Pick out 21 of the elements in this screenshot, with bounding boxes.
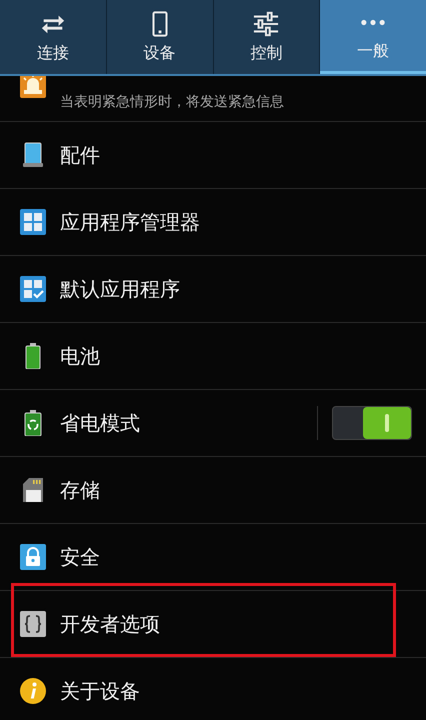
tablet-dock-icon bbox=[20, 142, 46, 168]
setting-label: 电池 bbox=[60, 342, 101, 370]
grid-icon bbox=[20, 209, 46, 235]
sd-card-icon bbox=[20, 477, 46, 503]
toggle-switch[interactable] bbox=[332, 406, 412, 440]
setting-label: 开发者选项 bbox=[60, 610, 161, 638]
setting-label: 安全 bbox=[60, 544, 101, 570]
setting-label: 默认应用程序 bbox=[60, 276, 181, 302]
braces-icon bbox=[20, 611, 46, 637]
setting-label: 应用程序管理器 bbox=[60, 208, 201, 236]
tab[interactable]: 一般 bbox=[320, 0, 426, 74]
sliders-icon bbox=[253, 10, 280, 36]
setting-label: 省电模式 bbox=[60, 410, 141, 436]
grid-check-icon bbox=[20, 276, 46, 302]
setting-label: 配件 bbox=[60, 142, 101, 168]
lock-icon bbox=[20, 544, 46, 570]
setting-description: 当表明紧急情形时，将发送紧急信息 bbox=[60, 93, 285, 111]
setting-label: 关于设备 bbox=[60, 678, 141, 704]
setting-label: 存储 bbox=[60, 476, 101, 504]
info-icon bbox=[20, 678, 46, 704]
siren-icon bbox=[20, 76, 46, 98]
